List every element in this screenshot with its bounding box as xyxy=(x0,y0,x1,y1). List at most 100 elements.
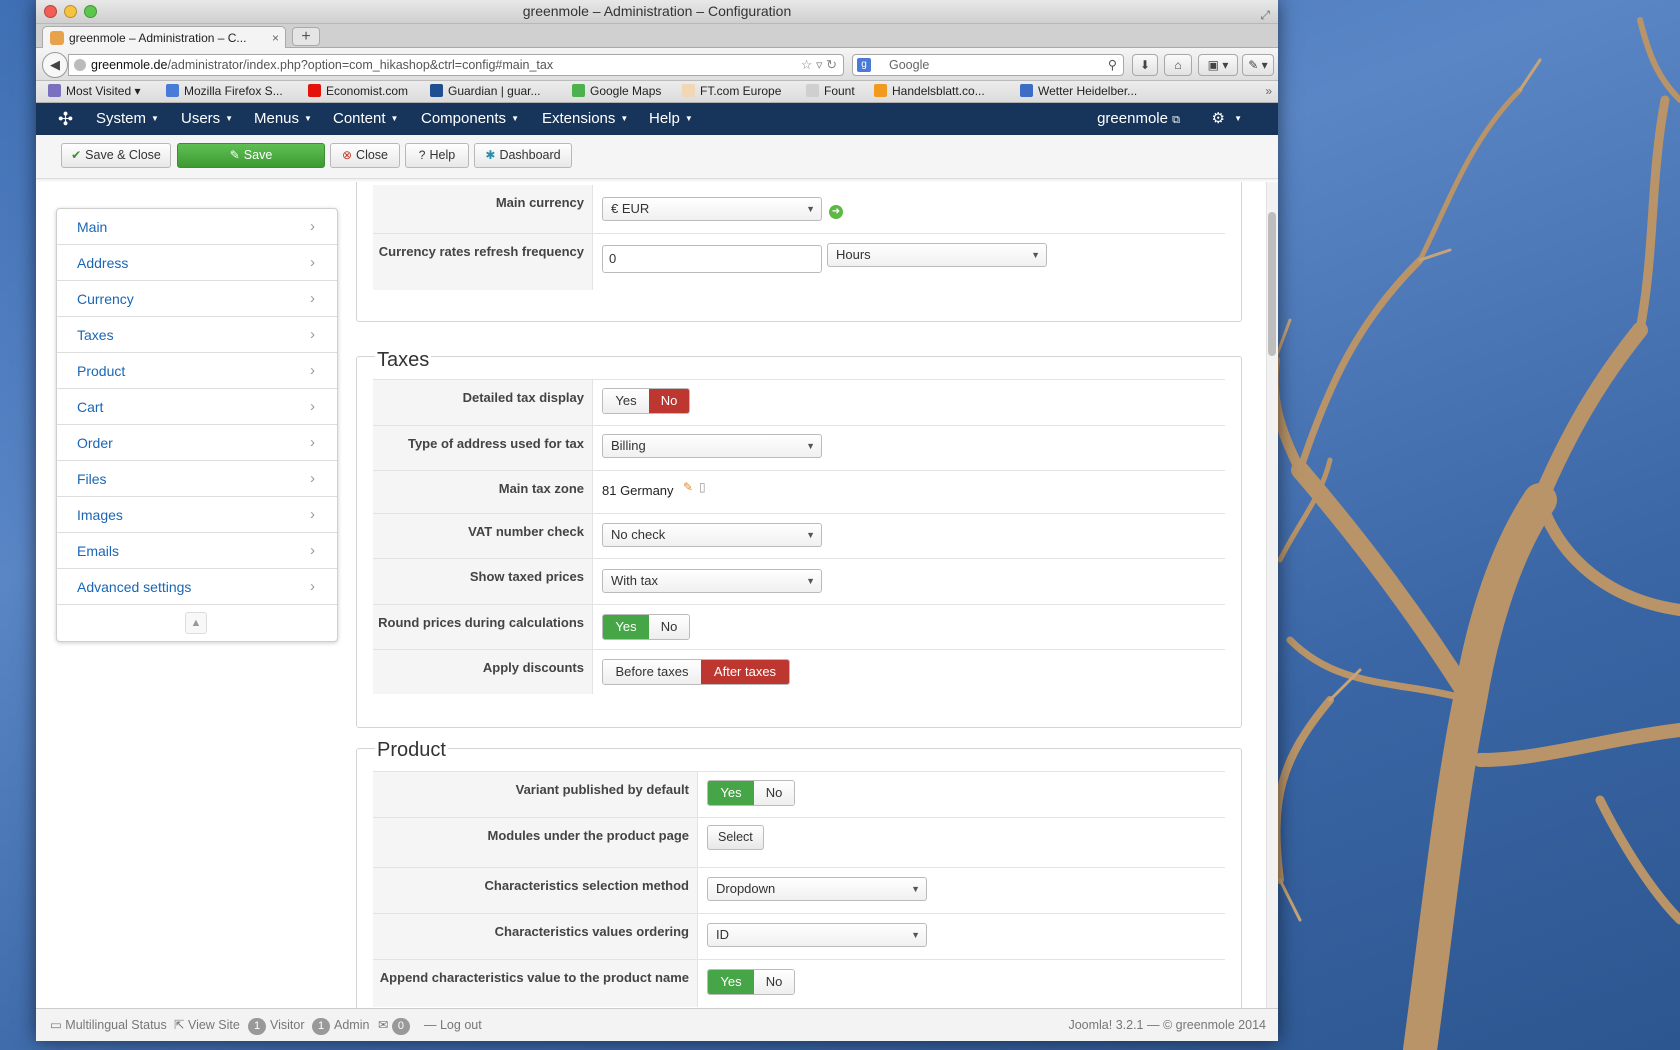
sidebar-item-label: Main xyxy=(77,219,108,235)
sidebar-item-product[interactable]: Product › xyxy=(57,353,337,389)
menu-menus[interactable]: Menus ▼ xyxy=(254,103,312,135)
sidebar-item-order[interactable]: Order › xyxy=(57,425,337,461)
visitor-label: Visitor xyxy=(270,1018,305,1032)
page-scrollbar-thumb[interactable] xyxy=(1268,212,1276,356)
close-window-button[interactable] xyxy=(44,5,57,18)
browser-tab[interactable]: greenmole – Administration – C... × xyxy=(42,26,286,49)
new-tab-button[interactable]: + xyxy=(292,27,320,46)
close-tab-icon[interactable]: × xyxy=(272,27,279,49)
menu-components-label: Components xyxy=(421,110,507,127)
more-bookmarks-icon[interactable]: » xyxy=(1265,81,1272,102)
bookmark-item[interactable]: Economist.com xyxy=(308,81,408,102)
menu-extensions[interactable]: Extensions ▼ xyxy=(542,103,628,135)
bookmark-item[interactable]: Most Visited ▾ xyxy=(48,81,141,102)
bookmark-label: FT.com Europe xyxy=(700,84,782,98)
search-input[interactable]: g Google ⚲ xyxy=(852,54,1124,76)
multilingual-status-link[interactable]: ▭ Multilingual Status xyxy=(50,1009,167,1041)
sidebar-item-main[interactable]: Main › xyxy=(57,209,337,245)
menu-content[interactable]: Content ▼ xyxy=(333,103,398,135)
before-taxes-option[interactable]: Before taxes xyxy=(603,660,701,684)
refresh-frequency-input[interactable]: 0 xyxy=(602,245,822,273)
append-value-no[interactable]: No xyxy=(754,970,794,994)
bookmark-item[interactable]: Mozilla Firefox S... xyxy=(166,81,283,102)
bookmark-item[interactable]: Handelsblatt.co... xyxy=(874,81,985,102)
sidebar-item-advanced-settings[interactable]: Advanced settings › xyxy=(57,569,337,605)
downloads-button[interactable]: ⬇ xyxy=(1132,54,1158,76)
save-button[interactable]: ✎ Save xyxy=(177,143,325,168)
append-value-yes[interactable]: Yes xyxy=(708,970,754,994)
refresh-rates-icon[interactable]: ➜ xyxy=(829,205,843,219)
sidebar-item-label: Currency xyxy=(77,291,134,307)
sidebar-item-cart[interactable]: Cart › xyxy=(57,389,337,425)
sidebar-item-taxes[interactable]: Taxes › xyxy=(57,317,337,353)
bookmark-star-icon[interactable]: ☆ ▿ ↻ xyxy=(801,55,837,75)
zoom-window-button[interactable] xyxy=(84,5,97,18)
vat-check-label: VAT number check xyxy=(373,514,593,558)
refresh-unit-select[interactable]: Hours ▼ xyxy=(827,243,1047,267)
messages-count[interactable]: ✉ 0 xyxy=(378,1009,414,1041)
round-prices-yes[interactable]: Yes xyxy=(603,615,649,639)
edit-zone-icon[interactable]: ✎ xyxy=(683,480,695,494)
save-close-button[interactable]: ✔ Save & Close xyxy=(61,143,171,168)
variant-published-yes[interactable]: Yes xyxy=(708,781,754,805)
view-site-link[interactable]: ⇱ View Site xyxy=(174,1009,240,1041)
after-taxes-option[interactable]: After taxes xyxy=(701,660,789,684)
back-button[interactable]: ◀ xyxy=(42,52,68,78)
scroll-top-icon[interactable]: ▲ xyxy=(185,612,207,634)
sidebar-item-currency[interactable]: Currency › xyxy=(57,281,337,317)
google-engine-icon[interactable]: g xyxy=(857,58,871,72)
bookmark-label: Most Visited ▾ xyxy=(66,84,141,98)
sidebar-item-emails[interactable]: Emails › xyxy=(57,533,337,569)
detailed-tax-yes[interactable]: Yes xyxy=(603,389,649,413)
main-tax-zone-row: Main tax zone 81 Germany ✎ ▯ xyxy=(373,470,1225,513)
menu-users[interactable]: Users ▼ xyxy=(181,103,233,135)
chevron-right-icon: › xyxy=(310,254,315,271)
url-bar[interactable]: greenmole.de/administrator/index.php?opt… xyxy=(68,54,844,76)
settings-gear-icon[interactable]: ⚙ ▼ xyxy=(1211,103,1242,135)
sidebar-item-address[interactable]: Address › xyxy=(57,245,337,281)
navigation-bar: ◀ greenmole.de/administrator/index.php?o… xyxy=(36,48,1278,81)
sidebar-item-images[interactable]: Images › xyxy=(57,497,337,533)
close-button[interactable]: ⊗ Close xyxy=(330,143,400,168)
tab-bar: greenmole – Administration – C... × + xyxy=(36,24,1278,49)
sidebar-item-files[interactable]: Files › xyxy=(57,461,337,497)
taxed-prices-select[interactable]: With tax ▼ xyxy=(602,569,822,593)
site-identity-icon[interactable] xyxy=(74,59,86,71)
address-type-select[interactable]: Billing ▼ xyxy=(602,434,822,458)
modules-select-button[interactable]: Select xyxy=(707,825,764,850)
joomla-logo-icon[interactable]: ✣ xyxy=(58,103,73,135)
home-button[interactable]: ⌂ xyxy=(1164,54,1192,76)
bookmark-label: Guardian | guar... xyxy=(448,84,541,98)
menu-system[interactable]: System ▼ xyxy=(96,103,159,135)
search-icon[interactable]: ⚲ xyxy=(1108,55,1117,75)
vat-check-select[interactable]: No check ▼ xyxy=(602,523,822,547)
vat-check-value: No check xyxy=(611,527,666,542)
bookmark-item[interactable]: Guardian | guar... xyxy=(430,81,541,102)
user-site-link[interactable]: greenmole ⧉ xyxy=(1097,103,1180,136)
selection-method-select[interactable]: Dropdown ▼ xyxy=(707,877,927,901)
bookmark-item[interactable]: Fount xyxy=(806,81,855,102)
bookmark-item[interactable]: Google Maps xyxy=(572,81,661,102)
variant-published-no[interactable]: No xyxy=(754,781,794,805)
delete-zone-icon[interactable]: ▯ xyxy=(699,480,711,494)
question-icon: ? xyxy=(418,148,426,162)
bookmark-item[interactable]: Wetter Heidelber... xyxy=(1020,81,1137,102)
selection-method-label: Characteristics selection method xyxy=(373,868,698,913)
bookmark-favicon-icon xyxy=(166,84,179,97)
bookmark-item[interactable]: FT.com Europe xyxy=(682,81,781,102)
menu-help[interactable]: Help ▼ xyxy=(649,103,693,135)
logout-link[interactable]: — Log out xyxy=(424,1009,482,1041)
values-ordering-select[interactable]: ID ▼ xyxy=(707,923,927,947)
minimize-window-button[interactable] xyxy=(64,5,77,18)
round-prices-no[interactable]: No xyxy=(649,615,689,639)
sidebar-item-label: Taxes xyxy=(77,327,114,343)
detailed-tax-no[interactable]: No xyxy=(649,389,689,413)
extension-button[interactable]: ✎ ▾ xyxy=(1242,54,1274,76)
browser-window: greenmole – Administration – Configurati… xyxy=(36,0,1278,1041)
main-currency-select[interactable]: € EUR ▼ xyxy=(602,197,822,221)
chevron-right-icon: › xyxy=(310,326,315,343)
menu-components[interactable]: Components ▼ xyxy=(421,103,519,135)
bookmarks-menu-button[interactable]: ▣ ▾ xyxy=(1198,54,1238,76)
dashboard-button[interactable]: ✱ Dashboard xyxy=(474,143,572,168)
help-button[interactable]: ? Help xyxy=(405,143,469,168)
